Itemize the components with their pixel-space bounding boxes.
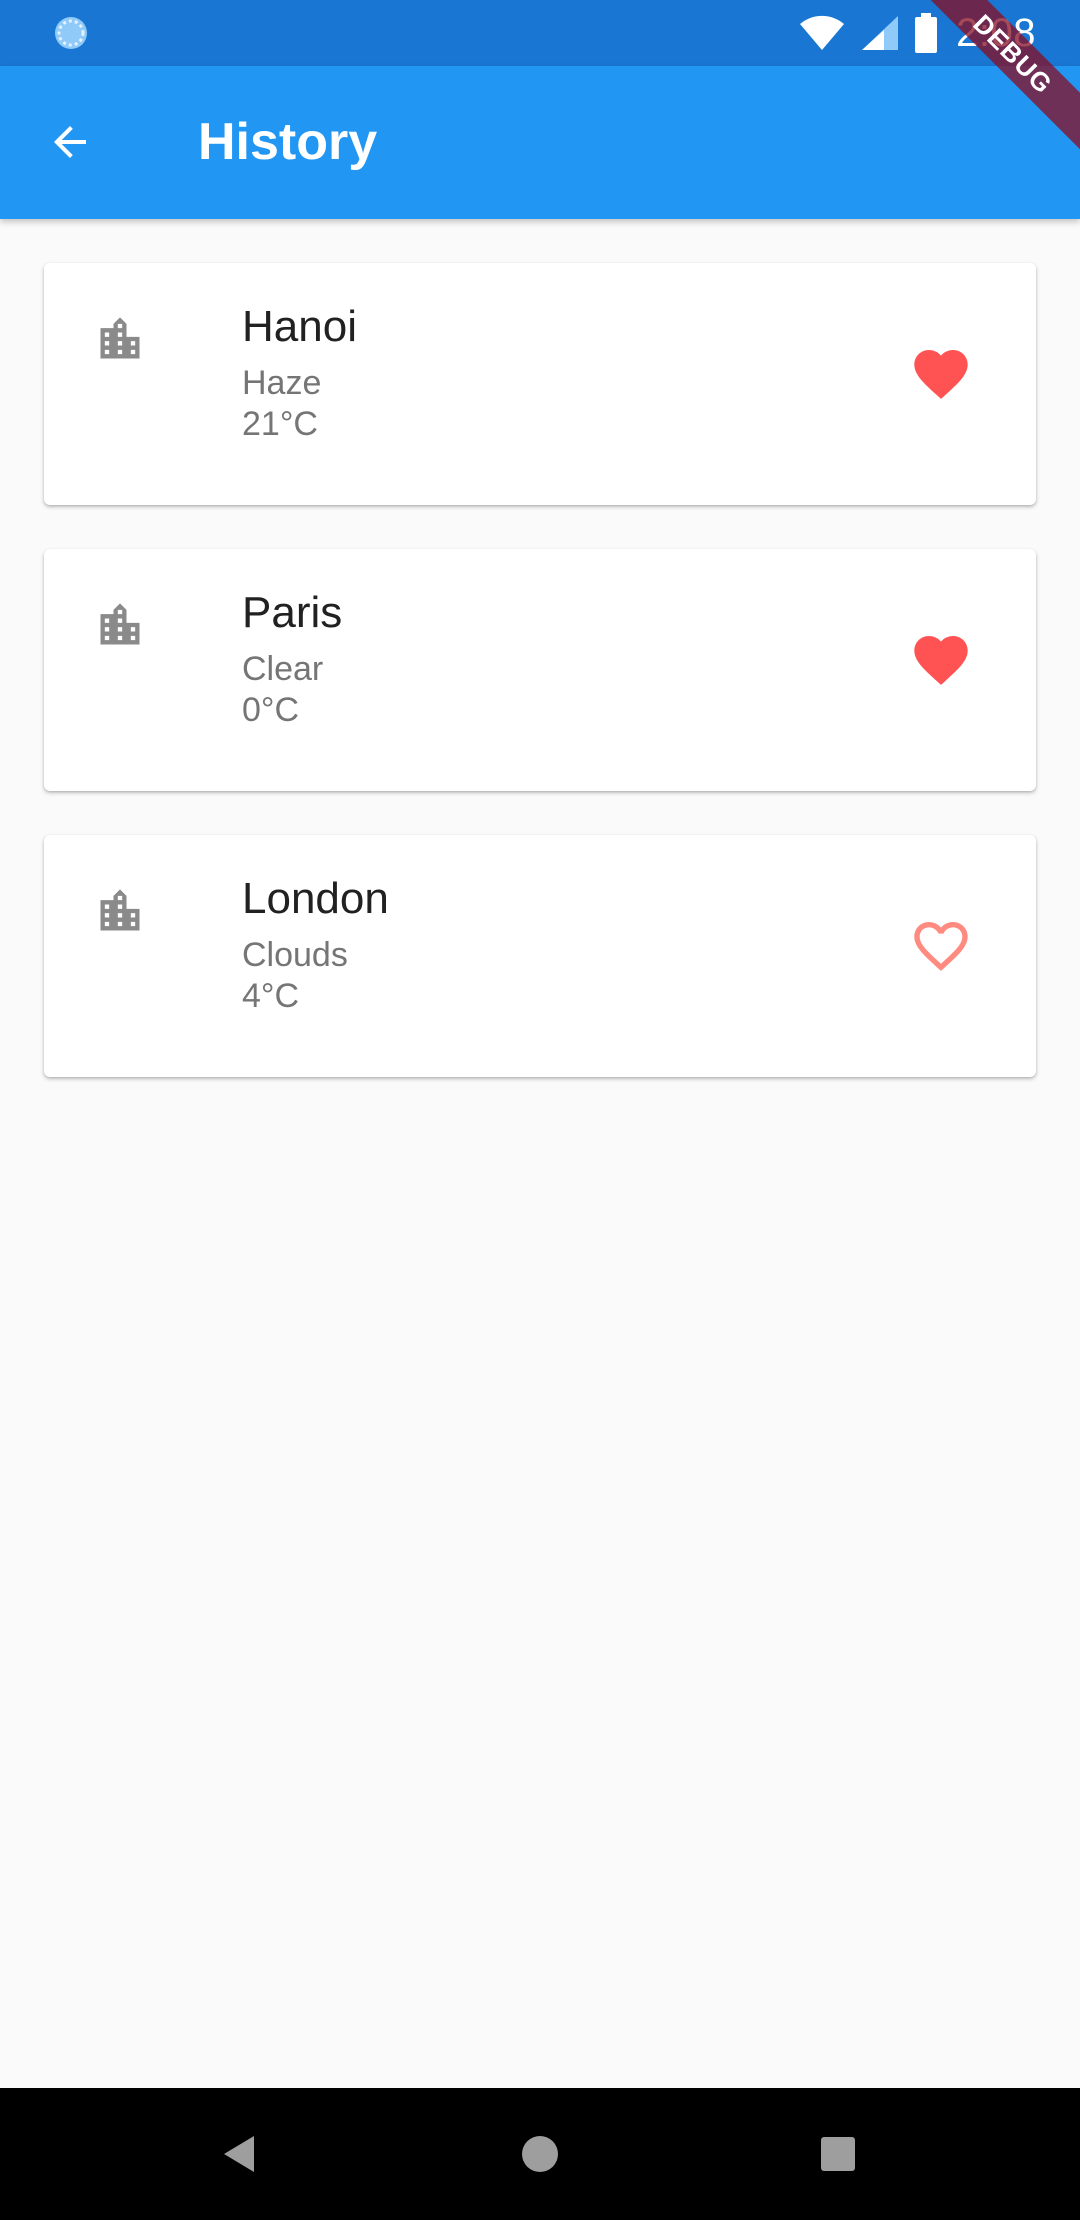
app-bar: History [0, 66, 1080, 219]
history-card-paris[interactable]: Paris Clear 0°C [44, 549, 1036, 791]
wifi-icon [800, 15, 845, 50]
nav-back-icon [224, 2136, 254, 2172]
screen: 2:08 History DEBUG Hanoi Haze 21°C [0, 0, 1080, 2220]
heart-filled-icon [914, 350, 968, 399]
temperature: 4°C [242, 977, 300, 1015]
heart-filled-icon [914, 636, 968, 685]
temperature: 21°C [242, 405, 318, 443]
nav-home-button[interactable] [510, 2124, 570, 2184]
city-name: Hanoi [242, 302, 357, 351]
history-card-hanoi[interactable]: Hanoi Haze 21°C [44, 263, 1036, 505]
location-city-icon [100, 889, 140, 931]
battery-icon [915, 13, 938, 53]
weather-description: Clouds [242, 936, 348, 974]
history-list: Hanoi Haze 21°C Paris Clear 0°C London C… [44, 263, 1036, 1121]
page-title: History [198, 113, 378, 171]
status-bar: 2:08 [0, 0, 1080, 66]
temperature: 0°C [242, 691, 300, 729]
favorite-button[interactable] [906, 339, 976, 409]
location-city-icon [100, 317, 140, 359]
history-card-london[interactable]: London Clouds 4°C [44, 835, 1036, 1077]
weather-description: Haze [242, 364, 322, 402]
weather-description: Clear [242, 650, 324, 688]
city-name: Paris [242, 588, 343, 637]
city-name: London [242, 874, 389, 923]
nav-recents-icon [821, 2137, 855, 2171]
nav-recents-button[interactable] [808, 2124, 868, 2184]
favorite-button[interactable] [906, 625, 976, 695]
nav-back-button[interactable] [210, 2124, 270, 2184]
arrow-back-icon [54, 126, 86, 158]
cell-signal-icon [862, 16, 899, 50]
back-button[interactable] [30, 102, 110, 182]
nav-home-icon [522, 2136, 558, 2172]
favorite-button[interactable] [906, 911, 976, 981]
location-city-icon [100, 603, 140, 645]
sync-indicator-icon [55, 17, 87, 49]
heart-outline-icon [914, 922, 968, 971]
system-nav-bar [0, 2088, 1080, 2220]
